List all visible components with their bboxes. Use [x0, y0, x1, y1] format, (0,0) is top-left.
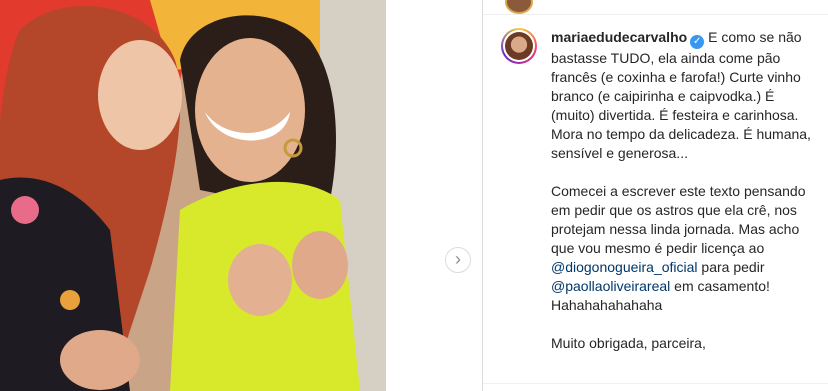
caption-text-part-2: para pedir	[697, 259, 769, 275]
mention-link-diogo[interactable]: @diogonogueira_oficial	[551, 259, 698, 275]
photo-gutter	[386, 0, 412, 391]
caption-text-part-1: E como se não bastasse TUDO, ela ainda c…	[551, 29, 811, 256]
post-caption: mariaedudecarvalho ✓ E como se não bastass…	[551, 28, 813, 353]
username-link[interactable]: mariaedudecarvalho	[551, 29, 687, 45]
mention-link-paolla[interactable]: @paollaoliveirareal	[551, 278, 670, 294]
chevron-right-icon: ›	[455, 249, 461, 269]
header-avatar[interactable]	[505, 0, 533, 14]
comments-panel: mariaedudecarvalho ✓ E como se não bastass…	[482, 0, 828, 391]
photo-image	[0, 0, 386, 391]
carousel-area	[412, 0, 482, 391]
header-divider	[483, 14, 828, 15]
post-photo[interactable]	[0, 0, 386, 391]
footer-divider	[483, 383, 828, 384]
carousel-next-button[interactable]: ›	[445, 247, 471, 273]
avatar-ring-inner	[503, 30, 535, 62]
verified-badge-icon: ✓	[690, 35, 705, 49]
avatar-photo	[505, 32, 533, 60]
avatar[interactable]	[501, 28, 537, 64]
